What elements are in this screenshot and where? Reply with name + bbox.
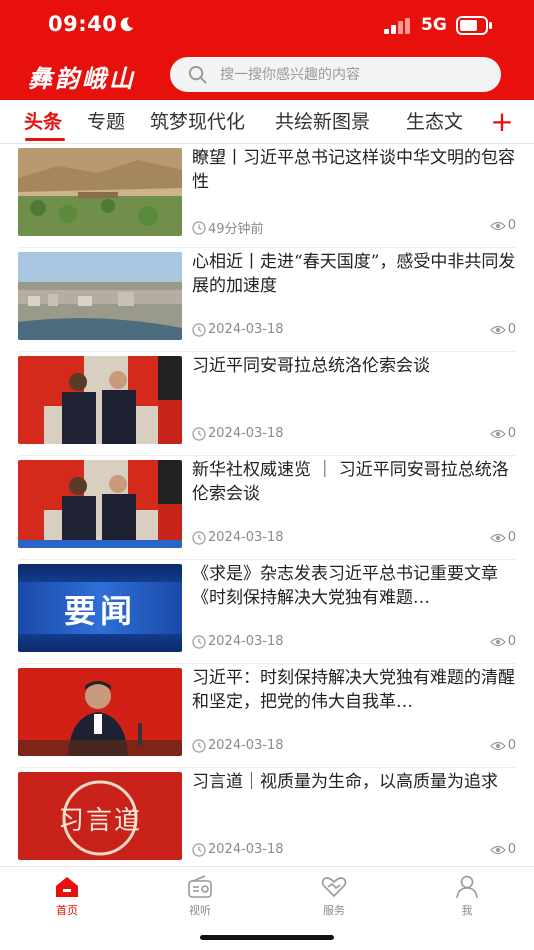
news-title: 习近平同安哥拉总统洛伦索会谈 (192, 356, 430, 376)
news-time: 2024-03-18 (192, 634, 284, 649)
eye-icon (489, 845, 506, 854)
eye-icon (489, 741, 506, 750)
news-thumbnail: 要闻 (18, 564, 182, 652)
news-time: 2024-03-18 (192, 842, 284, 857)
thumb-headline-text: 要闻 (63, 592, 136, 630)
news-views-count: 0 (507, 322, 516, 337)
news-views-count: 0 (507, 426, 516, 441)
home-icon (56, 877, 78, 897)
news-thumbnail (18, 148, 182, 236)
moon-icon (120, 17, 134, 32)
search-icon (188, 65, 207, 84)
nav-profile-label: 我 (461, 904, 473, 917)
news-time: 2024-03-18 (192, 322, 284, 337)
news-item[interactable]: 习近平同安哥拉总统洛伦索会谈 2024-03-18 0 (0, 352, 534, 456)
news-item[interactable]: 习言道 习言道｜视质量为生命，以高质量为追求 2024-03-18 0 (0, 768, 534, 872)
add-channel-icon[interactable]: + (490, 108, 514, 136)
news-views-count: 0 (507, 218, 516, 233)
home-indicator (200, 935, 334, 940)
user-icon (456, 875, 478, 899)
network-type: 5G (421, 15, 447, 35)
news-views-count: 0 (507, 842, 516, 857)
battery-icon (456, 16, 492, 35)
news-views-count: 0 (507, 634, 516, 649)
eye-icon (489, 429, 506, 438)
news-time-text: 2024-03-18 (208, 322, 284, 337)
news-time-text: 2024-03-18 (208, 634, 284, 649)
eye-icon (489, 637, 506, 646)
news-thumbnail (18, 460, 182, 548)
nav-profile[interactable]: 我 (427, 875, 507, 918)
app-logo: 彝韵峨山 (28, 64, 136, 93)
news-time-text: 49分钟前 (208, 222, 264, 237)
thumb-column-logo-text: 习言道 (57, 806, 142, 836)
clock-icon (192, 842, 206, 857)
news-item[interactable]: 心相近丨走进“春天国度”，感受中非共同发展的加速度 2024-03-18 0 (0, 248, 534, 352)
news-title: 瞭望丨习近平总书记这样谈中华文明的包容性 (192, 148, 515, 192)
news-title: 《求是》杂志发表习近平总书记重要文章《时刻保持解决大党独有难题… (192, 564, 498, 608)
nav-services[interactable]: 服务 (294, 875, 374, 918)
nav-home[interactable]: 首页 (27, 875, 107, 918)
news-views-count: 0 (507, 738, 516, 753)
tab-topics[interactable]: 专题 (87, 107, 125, 134)
clock-icon (192, 322, 206, 337)
news-item[interactable]: 瞭望丨习近平总书记这样谈中华文明的包容性 49分钟前 0 (0, 144, 534, 248)
news-time: 2024-03-18 (192, 426, 284, 441)
clock-icon (192, 530, 206, 545)
radio-icon (188, 875, 212, 898)
news-title: 心相近丨走进“春天国度”，感受中非共同发展的加速度 (192, 252, 516, 296)
news-time-text: 2024-03-18 (208, 738, 284, 753)
news-views: 0 (489, 530, 516, 545)
search-input[interactable] (220, 57, 490, 92)
clock-icon (192, 738, 206, 753)
tab-headlines[interactable]: 头条 (24, 107, 62, 134)
tab-new-vision[interactable]: 共绘新图景 (275, 107, 370, 134)
news-title: 新华社权威速览 ｜ 习近平同安哥拉总统洛伦索会谈 (192, 460, 509, 504)
news-thumbnail (18, 252, 182, 340)
tab-ecology[interactable]: 生态文 (406, 107, 463, 134)
active-tab-indicator (25, 138, 65, 141)
signal-icon (384, 18, 410, 34)
eye-icon (489, 325, 506, 334)
service-heart-icon (321, 877, 347, 898)
nav-home-label: 首页 (56, 904, 78, 917)
news-title: 习言道｜视质量为生命，以高质量为追求 (192, 772, 498, 792)
news-views: 0 (489, 426, 516, 441)
news-thumbnail: 习言道 (18, 772, 182, 860)
news-views: 0 (489, 842, 516, 857)
news-time: 2024-03-18 (192, 738, 284, 753)
news-views: 0 (489, 218, 516, 233)
channel-tabs: 头条 专题 筑梦现代化 共绘新图景 生态文 (0, 100, 534, 144)
news-time-text: 2024-03-18 (208, 530, 284, 545)
clock-icon (192, 220, 206, 235)
news-thumbnail (18, 356, 182, 444)
news-views: 0 (489, 322, 516, 337)
nav-media[interactable]: 视听 (160, 875, 240, 918)
search-bar[interactable] (170, 57, 501, 92)
eye-icon (489, 533, 506, 542)
news-time-text: 2024-03-18 (208, 842, 284, 857)
tab-modernization[interactable]: 筑梦现代化 (150, 107, 245, 134)
nav-services-label: 服务 (323, 904, 345, 917)
eye-icon (489, 221, 506, 230)
news-time-text: 2024-03-18 (208, 426, 284, 441)
news-thumbnail (18, 668, 182, 756)
clock-icon (192, 634, 206, 649)
nav-media-label: 视听 (189, 904, 211, 917)
clock-icon (192, 426, 206, 441)
news-time: 49分钟前 (192, 218, 264, 237)
news-views-count: 0 (507, 530, 516, 545)
news-item[interactable]: 新华社权威速览 ｜ 习近平同安哥拉总统洛伦索会谈 2024-03-18 0 (0, 456, 534, 560)
status-time: 09:40 (48, 12, 118, 36)
news-item[interactable]: 习近平：时刻保持解决大党独有难题的清醒和坚定，把党的伟大自我革… 2024-03… (0, 664, 534, 768)
news-title: 习近平：时刻保持解决大党独有难题的清醒和坚定，把党的伟大自我革… (192, 668, 515, 712)
news-views: 0 (489, 738, 516, 753)
news-time: 2024-03-18 (192, 530, 284, 545)
news-views: 0 (489, 634, 516, 649)
status-bar: 09:40 5G (0, 0, 534, 52)
news-item[interactable]: 要闻 《求是》杂志发表习近平总书记重要文章《时刻保持解决大党独有难题… 2024… (0, 560, 534, 664)
